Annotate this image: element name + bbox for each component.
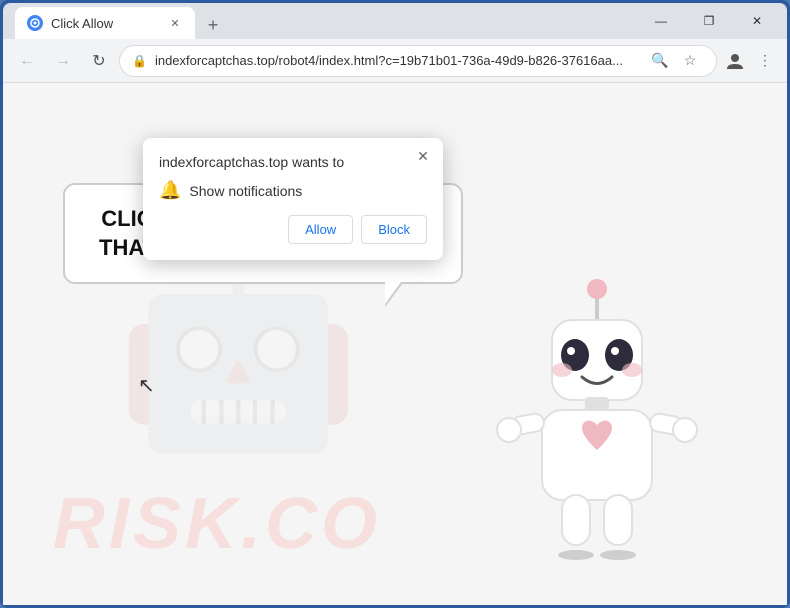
browser-window: Click Allow ✕ + — ❐ ✕ ← → ↻ 🔒 indexforca…	[3, 3, 787, 605]
robot-character	[487, 265, 707, 585]
bookmark-icon[interactable]: ☆	[676, 47, 704, 75]
profile-icon[interactable]	[721, 47, 749, 75]
navbar: ← → ↻ 🔒 indexforcaptchas.top/robot4/inde…	[3, 39, 787, 83]
tab-label: Click Allow	[51, 16, 159, 31]
menu-icon[interactable]: ⋮	[751, 47, 779, 75]
window-controls: — ❐ ✕	[639, 6, 779, 36]
dialog-notification-row: 🔔 Show notifications	[159, 180, 427, 201]
page-background: 🤖 RISK.CO CLICK «ALLOW» TO CONFIRM THAT …	[3, 83, 787, 605]
dialog-buttons: Allow Block	[159, 215, 427, 244]
tab-close-button[interactable]: ✕	[167, 15, 183, 31]
search-icon[interactable]: 🔍	[646, 47, 674, 75]
notification-label: Show notifications	[189, 183, 302, 199]
address-text: indexforcaptchas.top/robot4/index.html?c…	[155, 53, 638, 68]
new-tab-button[interactable]: +	[199, 11, 227, 39]
lock-icon: 🔒	[132, 54, 147, 68]
titlebar-left: Click Allow ✕ +	[11, 3, 639, 39]
active-tab[interactable]: Click Allow ✕	[15, 7, 195, 39]
close-button[interactable]: ✕	[735, 6, 779, 36]
watermark-text: RISK.CO	[53, 483, 381, 565]
tab-area: Click Allow ✕ +	[15, 3, 227, 39]
dialog-title: indexforcaptchas.top wants to	[159, 154, 427, 170]
minimize-button[interactable]: —	[639, 6, 683, 36]
content-area: 🤖 RISK.CO CLICK «ALLOW» TO CONFIRM THAT …	[3, 83, 787, 605]
forward-button[interactable]: →	[47, 45, 79, 77]
bell-icon: 🔔	[159, 180, 181, 201]
allow-button[interactable]: Allow	[288, 215, 353, 244]
tab-favicon	[27, 15, 43, 31]
dialog-close-button[interactable]: ✕	[413, 146, 433, 166]
permission-dialog: ✕ indexforcaptchas.top wants to 🔔 Show n…	[143, 138, 443, 260]
restore-button[interactable]: ❐	[687, 6, 731, 36]
toolbar-icons: ⋮	[721, 47, 779, 75]
refresh-button[interactable]: ↻	[83, 45, 115, 77]
address-actions: 🔍 ☆	[646, 47, 704, 75]
titlebar: Click Allow ✕ + — ❐ ✕	[3, 3, 787, 39]
address-bar[interactable]: 🔒 indexforcaptchas.top/robot4/index.html…	[119, 45, 717, 77]
block-button[interactable]: Block	[361, 215, 427, 244]
back-button[interactable]: ←	[11, 45, 43, 77]
